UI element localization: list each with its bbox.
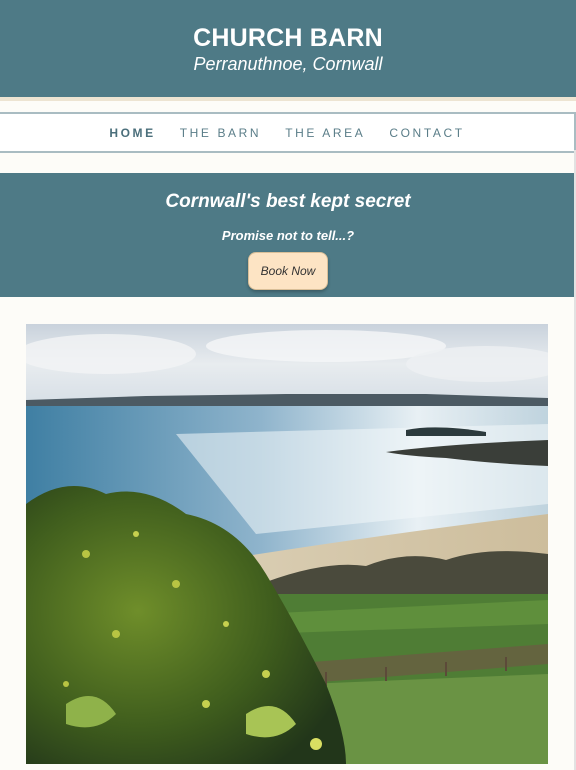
hero-title: Cornwall's best kept secret [165, 191, 411, 212]
site-subtitle: Perranuthnoe, Cornwall [193, 54, 383, 74]
coastal-bay-image [26, 324, 548, 764]
coastal-bay-photo [26, 324, 548, 764]
nav-list: HOME THE BARN THE AREA CONTACT [0, 114, 574, 151]
nav-item-home[interactable]: HOME [109, 126, 155, 140]
hero-subtitle: Promise not to tell...? [221, 228, 355, 243]
site-title[interactable]: CHURCH BARN [0, 24, 576, 53]
nav-item-the-barn[interactable]: THE BARN [180, 126, 261, 140]
nav-item-contact[interactable]: CONTACT [389, 126, 464, 140]
site-header: CHURCH BARN Perranuthnoe, Cornwall [0, 0, 576, 97]
book-now-button[interactable]: Book Now [248, 252, 328, 290]
nav-item-the-area[interactable]: THE AREA [285, 126, 365, 140]
header-divider [0, 97, 576, 101]
main-nav: HOME THE BARN THE AREA CONTACT [0, 112, 576, 153]
